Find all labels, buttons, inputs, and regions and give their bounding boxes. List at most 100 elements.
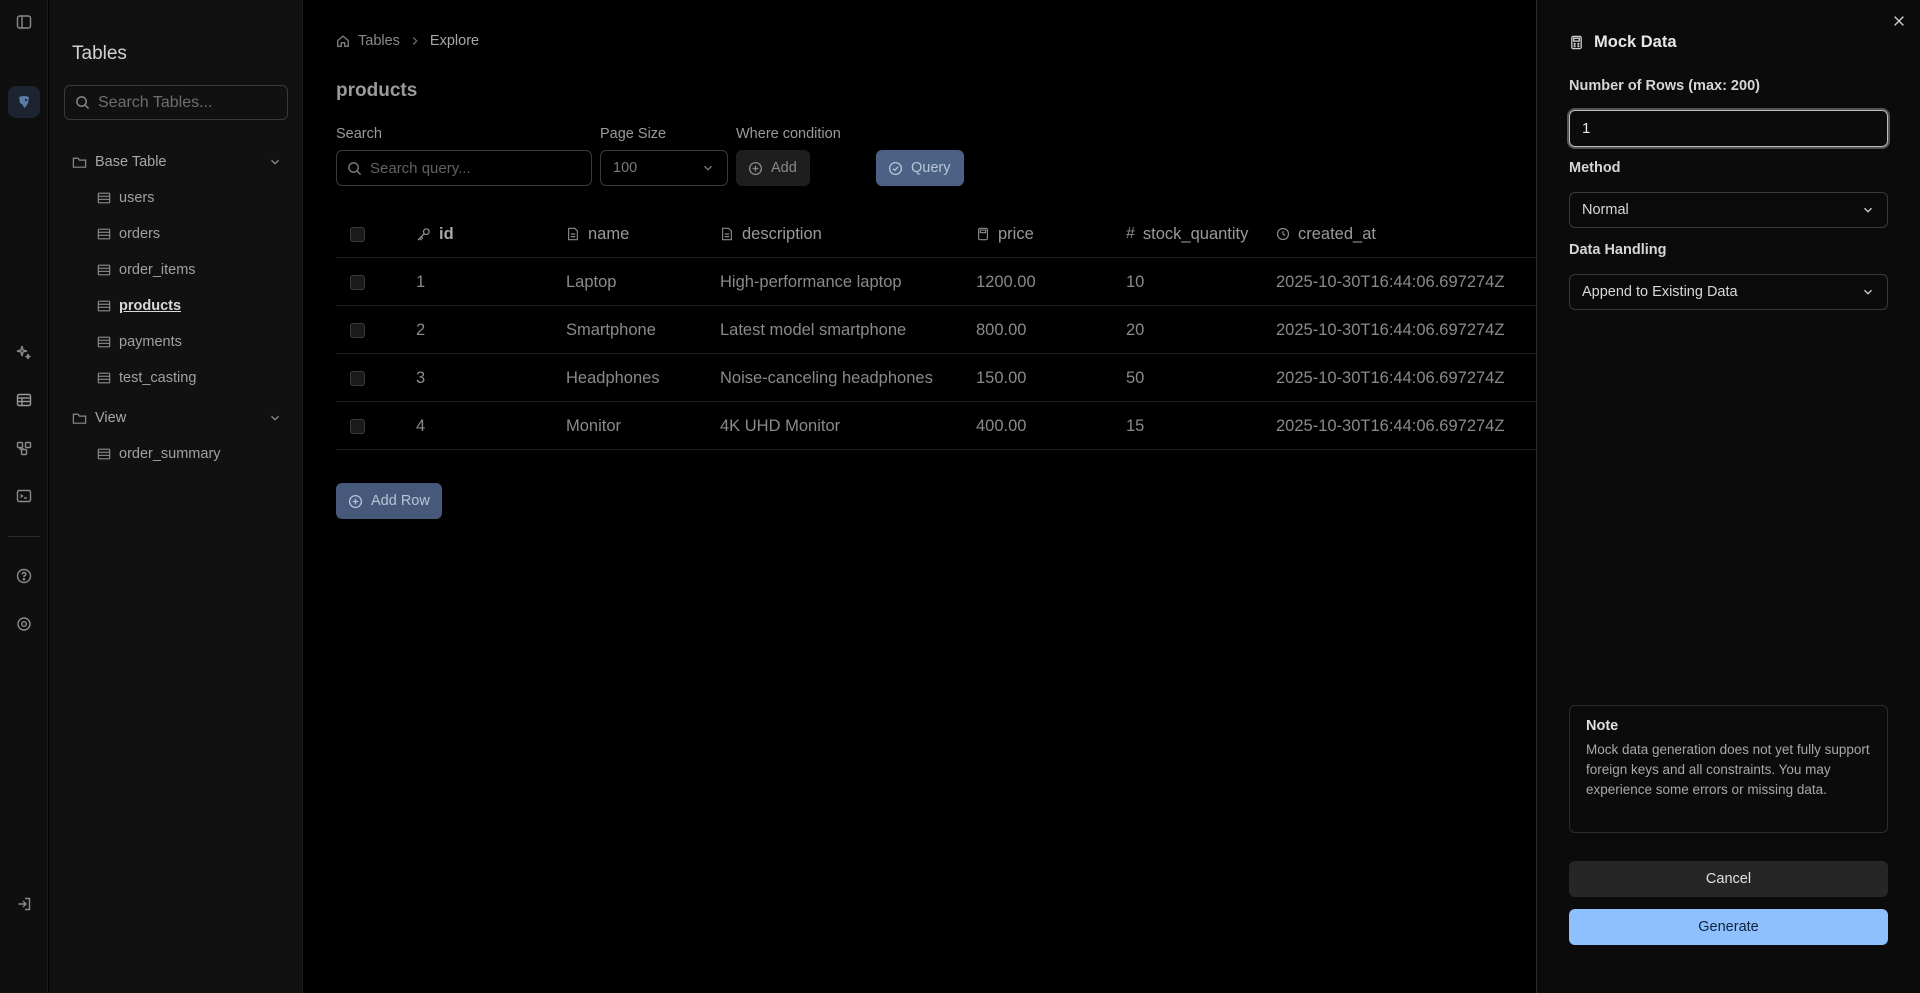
add-condition-button[interactable]: Add xyxy=(736,150,810,186)
query-label: Query xyxy=(911,160,951,176)
ai-sparkle-icon[interactable] xyxy=(0,334,48,370)
column-label: created_at xyxy=(1298,224,1376,243)
chevron-down-icon xyxy=(271,159,279,165)
row-checkbox-cell xyxy=(350,402,365,450)
terminal-icon[interactable] xyxy=(0,478,48,514)
rail-divider xyxy=(8,536,40,537)
chevron-down-icon xyxy=(704,165,712,171)
table-icon xyxy=(97,228,111,240)
table-row[interactable]: 2 Smartphone Latest model smartphone 800… xyxy=(336,306,1536,354)
row-checkbox-cell xyxy=(350,354,365,402)
cell-name[interactable]: Headphones xyxy=(566,354,660,402)
sidebar-item-test-casting[interactable]: test_casting xyxy=(97,366,196,390)
cell-stock-quantity[interactable]: 20 xyxy=(1126,306,1144,354)
cell-created-at[interactable]: 2025-10-30T16:44:06.697274Z xyxy=(1276,306,1504,354)
schema-icon[interactable] xyxy=(0,430,48,466)
cell-price[interactable]: 800.00 xyxy=(976,306,1026,354)
database-logo-icon[interactable] xyxy=(8,86,40,118)
clock-icon xyxy=(1276,227,1290,241)
cell-stock-quantity[interactable]: 15 xyxy=(1126,402,1144,450)
row-checkbox[interactable] xyxy=(350,370,365,386)
tree-group-view[interactable]: View xyxy=(72,406,282,430)
add-condition-label: Add xyxy=(771,160,797,176)
cell-id[interactable]: 1 xyxy=(416,258,425,306)
data-handling-value: Append to Existing Data xyxy=(1582,284,1738,300)
cell-description[interactable]: 4K UHD Monitor xyxy=(720,402,840,450)
chevron-down-icon xyxy=(1864,289,1872,295)
table-search-field[interactable] xyxy=(64,85,288,120)
cell-price[interactable]: 1200.00 xyxy=(976,258,1036,306)
add-row-button[interactable]: Add Row xyxy=(336,483,442,519)
breadcrumb-tables[interactable]: Tables xyxy=(358,33,400,49)
sidebar-item-products[interactable]: products xyxy=(97,294,181,318)
column-header-id[interactable]: id xyxy=(416,210,454,258)
row-checkbox[interactable] xyxy=(350,274,365,290)
cell-stock-quantity[interactable]: 50 xyxy=(1126,354,1144,402)
sidebar-item-orders[interactable]: orders xyxy=(97,222,160,246)
sidebar-toggle-icon[interactable] xyxy=(0,4,48,40)
table-row[interactable]: 4 Monitor 4K UHD Monitor 400.00 15 2025-… xyxy=(336,402,1536,450)
cell-created-at[interactable]: 2025-10-30T16:44:06.697274Z xyxy=(1276,402,1504,450)
table-row[interactable]: 1 Laptop High-performance laptop 1200.00… xyxy=(336,258,1536,306)
cell-id[interactable]: 2 xyxy=(416,306,425,354)
help-icon[interactable] xyxy=(0,558,48,594)
query-search-input[interactable] xyxy=(370,159,570,177)
method-label: Method xyxy=(1569,160,1621,176)
sidebar-item-users[interactable]: users xyxy=(97,186,154,210)
select-all-checkbox[interactable] xyxy=(350,226,365,242)
column-header-price[interactable]: price xyxy=(976,210,1034,258)
cell-name[interactable]: Smartphone xyxy=(566,306,656,354)
rows-field[interactable] xyxy=(1569,110,1888,147)
cell-id[interactable]: 4 xyxy=(416,402,425,450)
settings-gear-icon[interactable] xyxy=(0,606,48,642)
logout-icon[interactable] xyxy=(0,886,48,922)
page-size-value: 100 xyxy=(613,160,638,176)
sidebar-item-label: order_summary xyxy=(119,446,221,462)
sidebar-title: Tables xyxy=(72,43,127,64)
cell-id[interactable]: 3 xyxy=(416,354,425,402)
column-header-stock-quantity[interactable]: # stock_quantity xyxy=(1126,210,1248,258)
table-search-input[interactable] xyxy=(98,93,278,112)
row-checkbox[interactable] xyxy=(350,418,365,434)
cell-description[interactable]: Latest model smartphone xyxy=(720,306,906,354)
cell-name[interactable]: Monitor xyxy=(566,402,621,450)
column-header-created-at[interactable]: created_at xyxy=(1276,210,1376,258)
query-search-field[interactable] xyxy=(336,150,592,186)
tree-group-base-table[interactable]: Base Table xyxy=(72,150,282,174)
column-header-name[interactable]: name xyxy=(566,210,629,258)
cell-created-at[interactable]: 2025-10-30T16:44:06.697274Z xyxy=(1276,354,1504,402)
close-icon[interactable] xyxy=(1892,14,1906,28)
sidebar-item-order-summary[interactable]: order_summary xyxy=(97,442,221,466)
cell-stock-quantity[interactable]: 10 xyxy=(1126,258,1144,306)
cell-description[interactable]: Noise-canceling headphones xyxy=(720,354,933,402)
query-button[interactable]: Query xyxy=(876,150,964,186)
cell-price[interactable]: 400.00 xyxy=(976,402,1026,450)
cancel-button[interactable]: Cancel xyxy=(1569,861,1888,897)
column-label: id xyxy=(439,224,454,243)
mock-data-panel: Mock Data Number of Rows (max: 200) Meth… xyxy=(1536,0,1920,993)
calculator-icon xyxy=(1571,35,1582,50)
tables-sidebar: Tables Base Table users orders order_ite… xyxy=(49,0,303,993)
page-title: products xyxy=(336,80,418,101)
column-header-description[interactable]: description xyxy=(720,210,822,258)
row-checkbox[interactable] xyxy=(350,322,365,338)
sidebar-item-payments[interactable]: payments xyxy=(97,330,182,354)
rows-input[interactable] xyxy=(1582,120,1872,137)
chevron-down-icon xyxy=(1864,207,1872,213)
page-size-select[interactable]: 100 xyxy=(600,150,728,186)
search-icon xyxy=(76,96,90,110)
main-content: Tables Explore products Search Page Size… xyxy=(304,0,1536,993)
generate-button[interactable]: Generate xyxy=(1569,909,1888,945)
data-handling-select[interactable]: Append to Existing Data xyxy=(1569,274,1888,310)
table-icon[interactable] xyxy=(0,382,48,418)
method-select[interactable]: Normal xyxy=(1569,192,1888,228)
cell-name[interactable]: Laptop xyxy=(566,258,616,306)
table-row[interactable]: 3 Headphones Noise-canceling headphones … xyxy=(336,354,1536,402)
row-checkbox-cell xyxy=(350,258,365,306)
sidebar-item-order-items[interactable]: order_items xyxy=(97,258,196,282)
cell-price[interactable]: 150.00 xyxy=(976,354,1026,402)
home-icon[interactable] xyxy=(336,34,350,48)
cell-created-at[interactable]: 2025-10-30T16:44:06.697274Z xyxy=(1276,258,1504,306)
sidebar-item-label: test_casting xyxy=(119,370,197,386)
cell-description[interactable]: High-performance laptop xyxy=(720,258,902,306)
